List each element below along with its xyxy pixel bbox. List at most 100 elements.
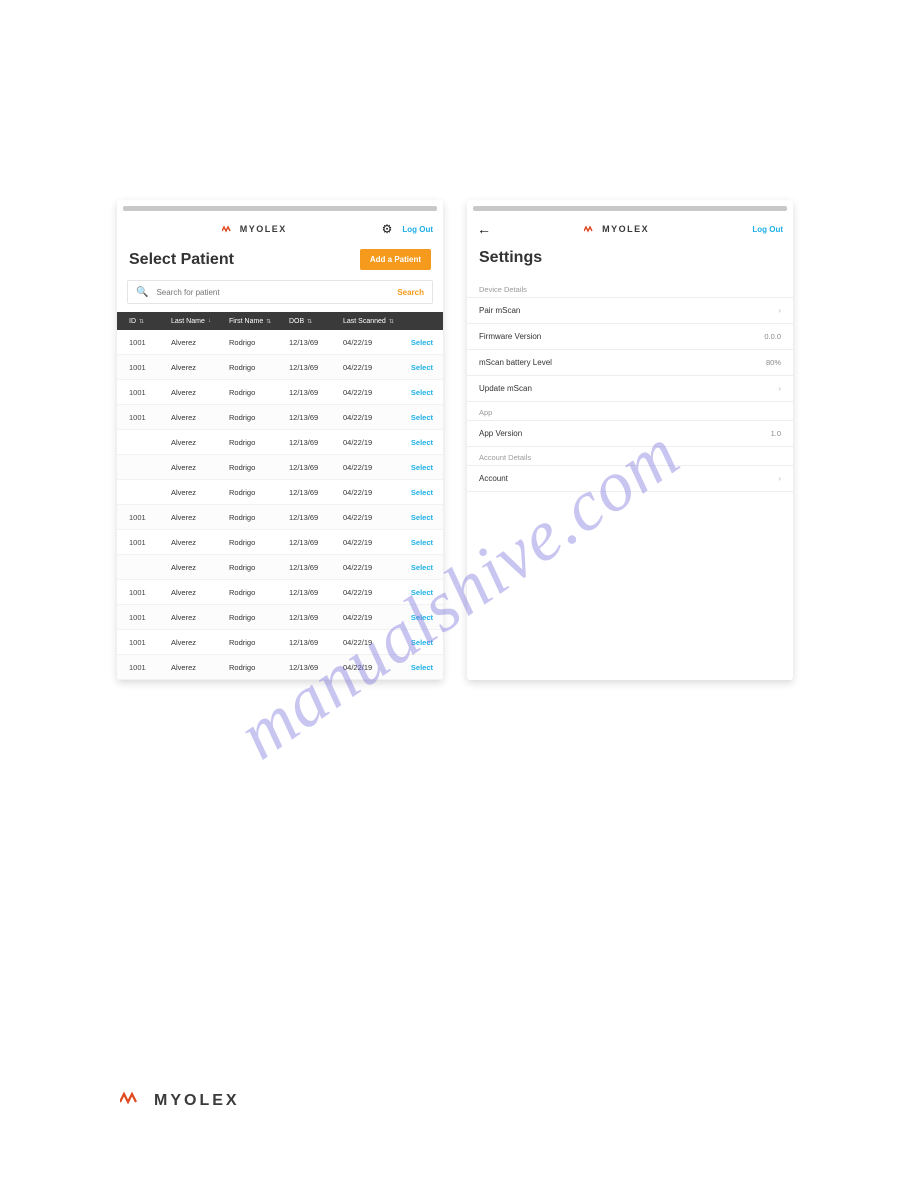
sort-icon: ⇅ bbox=[139, 318, 144, 325]
cell-dob: 12/13/69 bbox=[289, 438, 343, 447]
cell-last-name: Alverez bbox=[171, 663, 229, 672]
cell-last-name: Alverez bbox=[171, 588, 229, 597]
row-label: Update mScan bbox=[479, 384, 532, 393]
cell-first-name: Rodrigo bbox=[229, 438, 289, 447]
cell-id: 1001 bbox=[117, 538, 171, 547]
col-first-name[interactable]: First Name⇅ bbox=[229, 318, 289, 325]
sort-icon: ⇅ bbox=[389, 318, 394, 325]
table-row: AlverezRodrigo12/13/6904/22/19Select bbox=[117, 455, 443, 480]
cell-first-name: Rodrigo bbox=[229, 338, 289, 347]
cell-first-name: Rodrigo bbox=[229, 638, 289, 647]
section-app: App bbox=[467, 402, 793, 421]
cell-last-scanned: 04/22/19 bbox=[343, 363, 401, 372]
table-row: 1001AlverezRodrigo12/13/6904/22/19 Select bbox=[117, 355, 443, 380]
select-link[interactable]: Select bbox=[411, 638, 433, 647]
col-last-scanned[interactable]: Last Scanned⇅ bbox=[343, 318, 401, 325]
cell-last-scanned: 04/22/19 bbox=[343, 388, 401, 397]
chevron-right-icon: › bbox=[778, 474, 781, 483]
brand-mark-icon bbox=[120, 1091, 146, 1110]
select-link[interactable]: Select bbox=[411, 463, 433, 472]
cell-dob: 12/13/69 bbox=[289, 463, 343, 472]
cell-last-scanned: 04/22/19 bbox=[343, 513, 401, 522]
gear-icon[interactable]: ⚙ bbox=[382, 222, 393, 236]
row-label: Firmware Version bbox=[479, 332, 541, 341]
sort-icon: ⇅ bbox=[266, 318, 271, 325]
cell-first-name: Rodrigo bbox=[229, 588, 289, 597]
cell-id: 1001 bbox=[117, 413, 171, 422]
row-label: Pair mScan bbox=[479, 306, 520, 315]
col-id[interactable]: ID⇅ bbox=[117, 318, 171, 325]
table-row: 1001AlverezRodrigo12/13/6904/22/19Select bbox=[117, 580, 443, 605]
table-row: 1001AlverezRodrigo12/13/6904/22/19Select bbox=[117, 330, 443, 355]
logout-link[interactable]: Log Out bbox=[402, 225, 433, 234]
cell-last-name: Alverez bbox=[171, 538, 229, 547]
search-input[interactable] bbox=[154, 287, 391, 298]
cell-first-name: Rodrigo bbox=[229, 538, 289, 547]
cell-last-scanned: 04/22/19 bbox=[343, 563, 401, 572]
cell-first-name: Rodrigo bbox=[229, 413, 289, 422]
col-last-name[interactable]: Last Name↓ bbox=[171, 318, 229, 325]
screen-settings: ← MYOLEX Log Out Settings Device Details… bbox=[467, 200, 793, 680]
select-link[interactable]: Select bbox=[411, 588, 433, 597]
brand-mark-icon bbox=[584, 225, 598, 233]
add-patient-button[interactable]: Add a Patient bbox=[360, 249, 431, 270]
select-link[interactable]: Select bbox=[411, 388, 433, 397]
brand-mark-icon bbox=[222, 225, 236, 233]
brand-logo: MYOLEX bbox=[584, 224, 649, 234]
select-link[interactable]: Select bbox=[411, 663, 433, 672]
search-icon: 🔍 bbox=[136, 287, 148, 298]
logout-link[interactable]: Log Out bbox=[752, 225, 783, 234]
cell-id: 1001 bbox=[117, 638, 171, 647]
cell-last-name: Alverez bbox=[171, 563, 229, 572]
cell-last-name: Alverez bbox=[171, 513, 229, 522]
select-link[interactable]: Select bbox=[411, 413, 433, 422]
col-dob[interactable]: DOB⇅ bbox=[289, 318, 343, 325]
cell-dob: 12/13/69 bbox=[289, 513, 343, 522]
search-button[interactable]: Search bbox=[397, 288, 424, 297]
cell-last-scanned: 04/22/19 bbox=[343, 338, 401, 347]
table-row: 1001AlverezRodrigo12/13/6904/22/19Select bbox=[117, 505, 443, 530]
cell-last-scanned: 04/22/19 bbox=[343, 588, 401, 597]
row-battery-level: mScan battery Level 80% bbox=[467, 349, 793, 376]
select-link[interactable]: Select bbox=[411, 438, 433, 447]
table-row: 1001AlverezRodrigo12/13/6904/22/19Select bbox=[117, 630, 443, 655]
table-body: 1001AlverezRodrigo12/13/6904/22/19Select… bbox=[117, 330, 443, 680]
select-link[interactable]: Select bbox=[411, 613, 433, 622]
cell-id: 1001 bbox=[117, 363, 171, 372]
table-header: ID⇅ Last Name↓ First Name⇅ DOB⇅ Last Sca… bbox=[117, 312, 443, 330]
row-account[interactable]: Account › bbox=[467, 465, 793, 492]
select-link[interactable]: Select bbox=[411, 563, 433, 572]
cell-last-name: Alverez bbox=[171, 488, 229, 497]
cell-dob: 12/13/69 bbox=[289, 413, 343, 422]
cell-dob: 12/13/69 bbox=[289, 563, 343, 572]
back-icon[interactable]: ← bbox=[477, 221, 491, 237]
row-label: Account bbox=[479, 474, 508, 483]
title-bar: Select Patient Add a Patient bbox=[117, 243, 443, 280]
cell-last-name: Alverez bbox=[171, 638, 229, 647]
row-update-mscan[interactable]: Update mScan › bbox=[467, 375, 793, 402]
select-link[interactable]: Select bbox=[411, 338, 433, 347]
cell-first-name: Rodrigo bbox=[229, 363, 289, 372]
select-link[interactable]: Select bbox=[411, 513, 433, 522]
cell-last-name: Alverez bbox=[171, 363, 229, 372]
search-bar: 🔍 Search bbox=[127, 280, 433, 304]
select-link[interactable]: Select bbox=[411, 488, 433, 497]
row-pair-mscan[interactable]: Pair mScan › bbox=[467, 297, 793, 324]
cell-dob: 12/13/69 bbox=[289, 613, 343, 622]
cell-id: 1001 bbox=[117, 663, 171, 672]
cell-last-scanned: 04/22/19 bbox=[343, 463, 401, 472]
cell-dob: 12/13/69 bbox=[289, 388, 343, 397]
row-value: 0.0.0 bbox=[764, 332, 781, 341]
section-account-details: Account Details bbox=[467, 447, 793, 466]
select-link[interactable]: Select bbox=[411, 363, 433, 372]
cell-first-name: Rodrigo bbox=[229, 463, 289, 472]
cell-id: 1001 bbox=[117, 338, 171, 347]
cell-last-scanned: 04/22/19 bbox=[343, 638, 401, 647]
table-row: 1001AlverezRodrigo12/13/6904/22/19Select bbox=[117, 605, 443, 630]
select-link[interactable]: Select bbox=[411, 538, 433, 547]
cell-first-name: Rodrigo bbox=[229, 488, 289, 497]
cell-id: 1001 bbox=[117, 588, 171, 597]
cell-dob: 12/13/69 bbox=[289, 363, 343, 372]
screen-select-patient: MYOLEX ⚙ Log Out Select Patient Add a Pa… bbox=[117, 200, 443, 680]
cell-last-scanned: 04/22/19 bbox=[343, 613, 401, 622]
